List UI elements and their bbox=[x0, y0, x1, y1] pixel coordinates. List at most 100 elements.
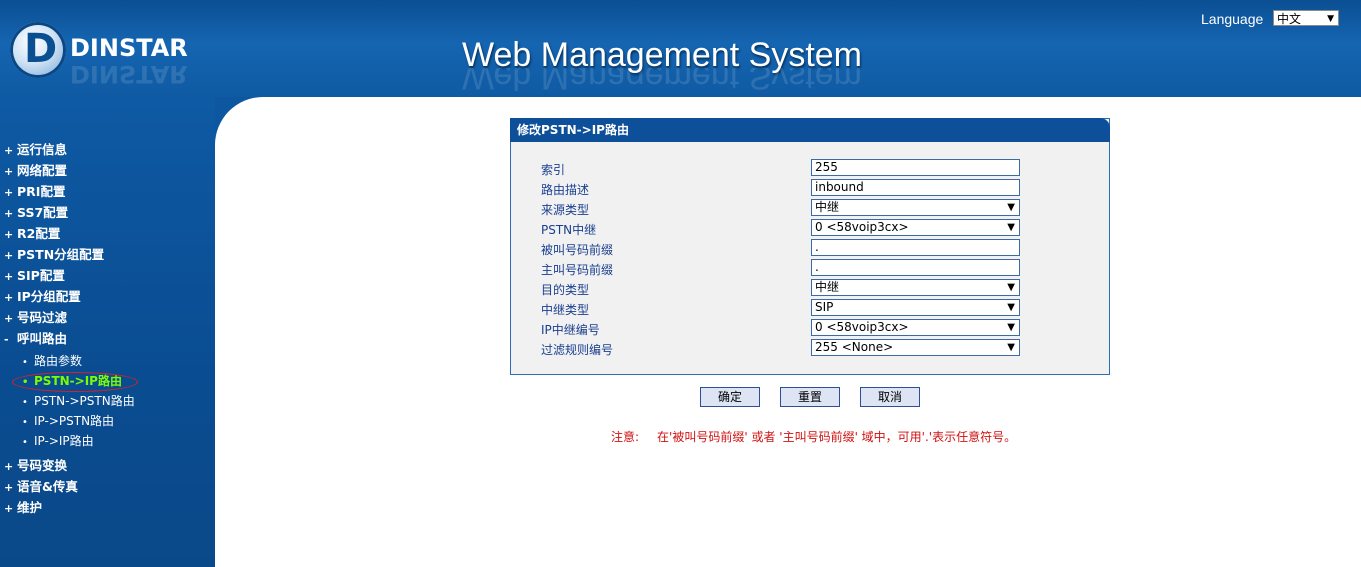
expand-plus-icon: + bbox=[4, 460, 14, 473]
note-text: 注意: 在'被叫号码前缀' 或者 '主叫号码前缀' 域中，可用'.'表示任意符号。 bbox=[611, 428, 1016, 445]
sidebar-item-label: 呼叫路由 bbox=[17, 331, 68, 346]
language-label: Language bbox=[1201, 11, 1264, 27]
expand-plus-icon: + bbox=[4, 291, 14, 304]
select-value: 0 <58voip3cx> bbox=[815, 220, 909, 234]
sidebar-item-label: SS7配置 bbox=[17, 205, 69, 220]
field-label-called-prefix: 被叫号码前缀 bbox=[541, 243, 614, 257]
pstn-trunk-select[interactable]: 0 <58voip3cx> ▼ bbox=[811, 219, 1020, 236]
expand-plus-icon: + bbox=[4, 165, 14, 178]
sidebar-item-pri[interactable]: + PRI配置 bbox=[4, 181, 65, 200]
dinstar-logo-icon bbox=[10, 22, 66, 78]
chevron-down-icon: ▼ bbox=[1007, 342, 1015, 353]
brand-logo-reflection: DINSTAR bbox=[70, 60, 188, 88]
content-corner bbox=[215, 97, 275, 157]
page-title-reflection: Web Management System bbox=[462, 68, 862, 96]
sidebar-item-ip-group[interactable]: + IP分组配置 bbox=[4, 286, 81, 305]
sidebar-item-number-translation[interactable]: + 号码变换 bbox=[4, 455, 67, 474]
sidebar-subitem-label: IP->PSTN路由 bbox=[34, 414, 115, 428]
sidebar-item-running-info[interactable]: + 运行信息 bbox=[4, 139, 67, 158]
select-value: 中继 bbox=[815, 280, 840, 294]
sidebar-subitem-label: PSTN->PSTN路由 bbox=[34, 394, 135, 408]
expand-plus-icon: + bbox=[4, 207, 14, 220]
chevron-down-icon: ▼ bbox=[1007, 302, 1015, 313]
sidebar-item-label: 语音&传真 bbox=[17, 479, 78, 494]
select-value: 中继 bbox=[815, 200, 840, 214]
sidebar-item-label: PSTN分组配置 bbox=[17, 247, 105, 262]
note-prefix: 注意: bbox=[611, 430, 640, 444]
sidebar-item-number-filter[interactable]: + 号码过滤 bbox=[4, 307, 67, 326]
bullet-icon: • bbox=[22, 397, 28, 408]
reset-button[interactable]: 重置 bbox=[780, 387, 840, 407]
sidebar-item-network[interactable]: + 网络配置 bbox=[4, 160, 67, 179]
edit-route-panel: 修改PSTN->IP路由 索引 255 路由描述 inbound 来源类型 中继… bbox=[510, 118, 1110, 375]
sidebar-item-label: SIP配置 bbox=[17, 268, 65, 283]
chevron-down-icon: ▼ bbox=[1007, 202, 1015, 213]
highlight-circle bbox=[12, 372, 138, 392]
sidebar-subitem-label: 路由参数 bbox=[34, 354, 83, 368]
bullet-icon: • bbox=[22, 437, 28, 448]
description-input[interactable]: inbound bbox=[811, 179, 1020, 196]
chevron-down-icon: ▼ bbox=[1007, 282, 1015, 293]
sidebar-item-label: 号码变换 bbox=[17, 458, 68, 473]
field-label-filter-rule: 过滤规则编号 bbox=[541, 343, 614, 357]
sidebar-item-call-route[interactable]: - 呼叫路由 bbox=[4, 328, 67, 347]
source-type-select[interactable]: 中继 ▼ bbox=[811, 199, 1020, 216]
panel-title: 修改PSTN->IP路由 bbox=[510, 118, 1110, 142]
ip-trunk-select[interactable]: 0 <58voip3cx> ▼ bbox=[811, 319, 1020, 336]
sidebar-item-label: PRI配置 bbox=[17, 184, 66, 199]
sidebar-item-r2[interactable]: + R2配置 bbox=[4, 223, 60, 242]
expand-plus-icon: + bbox=[4, 228, 14, 241]
brand-logo-text: DINSTAR bbox=[70, 34, 188, 62]
expand-plus-icon: + bbox=[4, 144, 14, 157]
field-label-calling-prefix: 主叫号码前缀 bbox=[541, 263, 614, 277]
sidebar-item-label: 运行信息 bbox=[17, 142, 68, 157]
sidebar-subitem-pstn-pstn[interactable]: • PSTN->PSTN路由 bbox=[22, 392, 135, 409]
filter-rule-select[interactable]: 255 <None> ▼ bbox=[811, 339, 1020, 356]
select-value: 255 <None> bbox=[815, 340, 894, 354]
sidebar-item-voice-fax[interactable]: + 语音&传真 bbox=[4, 476, 78, 495]
language-select[interactable]: 中文 ▼ bbox=[1273, 10, 1339, 26]
chevron-down-icon: ▼ bbox=[1007, 222, 1015, 233]
confirm-button[interactable]: 确定 bbox=[700, 387, 760, 407]
sidebar-item-sip[interactable]: + SIP配置 bbox=[4, 265, 65, 284]
expand-plus-icon: + bbox=[4, 481, 14, 494]
sidebar-subitem-ip-pstn[interactable]: • IP->PSTN路由 bbox=[22, 412, 114, 429]
bullet-icon: • bbox=[22, 417, 28, 428]
field-label-index: 索引 bbox=[541, 163, 566, 177]
sidebar-item-label: 维护 bbox=[17, 500, 43, 515]
select-value: 0 <58voip3cx> bbox=[815, 320, 909, 334]
chevron-down-icon: ▼ bbox=[1007, 322, 1015, 333]
sidebar-subitem-route-params[interactable]: • 路由参数 bbox=[22, 352, 82, 369]
field-label-ip-trunk: IP中继编号 bbox=[541, 323, 600, 337]
index-input[interactable]: 255 bbox=[811, 159, 1020, 176]
expand-plus-icon: + bbox=[4, 270, 14, 283]
field-label-source-type: 来源类型 bbox=[541, 203, 590, 217]
sidebar-item-pstn-group[interactable]: + PSTN分组配置 bbox=[4, 244, 104, 263]
expand-plus-icon: + bbox=[4, 502, 14, 515]
trunk-type-select[interactable]: SIP ▼ bbox=[811, 299, 1020, 316]
expand-plus-icon: + bbox=[4, 186, 14, 199]
sidebar-item-label: IP分组配置 bbox=[17, 289, 81, 304]
note-body: 在'被叫号码前缀' 或者 '主叫号码前缀' 域中，可用'.'表示任意符号。 bbox=[657, 430, 1017, 444]
field-label-description: 路由描述 bbox=[541, 183, 590, 197]
field-label-trunk-type: 中继类型 bbox=[541, 303, 590, 317]
dest-type-select[interactable]: 中继 ▼ bbox=[811, 279, 1020, 296]
sidebar-subitem-ip-ip[interactable]: • IP->IP路由 bbox=[22, 432, 94, 449]
select-value: SIP bbox=[815, 300, 834, 314]
expand-plus-icon: + bbox=[4, 312, 14, 325]
expand-plus-icon: + bbox=[4, 249, 14, 262]
language-select-value: 中文 bbox=[1277, 12, 1302, 26]
calling-prefix-input[interactable]: . bbox=[811, 259, 1020, 276]
collapse-minus-icon: - bbox=[4, 333, 9, 346]
sidebar-item-label: R2配置 bbox=[17, 226, 61, 241]
sidebar-item-label: 号码过滤 bbox=[17, 310, 68, 325]
called-prefix-input[interactable]: . bbox=[811, 239, 1020, 256]
sidebar-subitem-label: IP->IP路由 bbox=[34, 434, 94, 448]
bullet-icon: • bbox=[22, 357, 28, 368]
sidebar-item-label: 网络配置 bbox=[17, 163, 68, 178]
chevron-down-icon: ▼ bbox=[1327, 14, 1334, 24]
sidebar-item-maintenance[interactable]: + 维护 bbox=[4, 497, 42, 516]
field-label-dest-type: 目的类型 bbox=[541, 283, 590, 297]
sidebar-item-ss7[interactable]: + SS7配置 bbox=[4, 202, 68, 221]
cancel-button[interactable]: 取消 bbox=[860, 387, 920, 407]
